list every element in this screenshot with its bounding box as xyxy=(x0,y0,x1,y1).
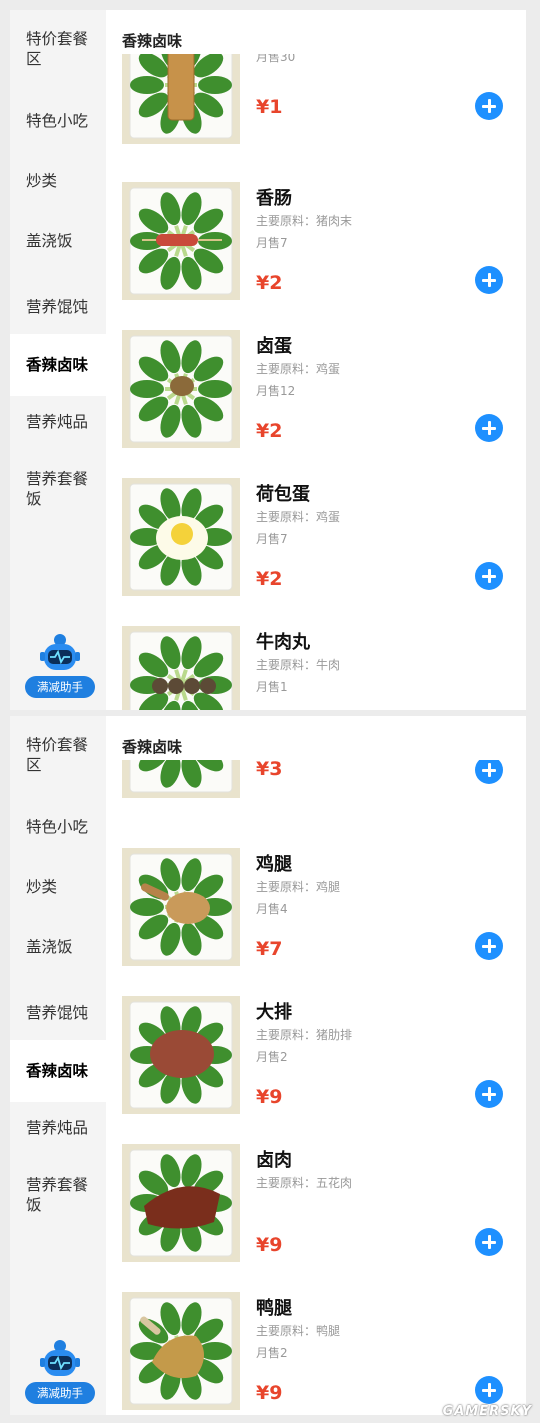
dish-item: 牛肉丸主要原料：牛肉 月售1 xyxy=(106,626,526,710)
dish-photo[interactable] xyxy=(122,996,240,1114)
dish-name: 香肠 xyxy=(256,188,292,209)
discount-helper-label: 满减助手 xyxy=(25,1382,95,1404)
robot-assistant-icon xyxy=(37,1336,83,1382)
sidebar-item-category[interactable]: 营养炖品 xyxy=(10,1102,106,1154)
discount-helper-label: 满减助手 xyxy=(25,676,95,698)
dish-ingredient: 主要原料：猪肉末 xyxy=(256,214,353,228)
category-sidebar: 特价套餐区特色小吃炒类盖浇饭营养馄饨 香辣卤味 营养炖品营养套餐饭满减助手 xyxy=(10,716,106,1415)
dish-price: ¥2 xyxy=(256,568,283,590)
dish-price: ¥9 xyxy=(256,1382,283,1404)
dish-name: 大排 xyxy=(256,1002,292,1023)
dish-price: ¥7 xyxy=(256,938,283,960)
dish-price: ¥9 xyxy=(256,1086,283,1108)
sidebar-item-category[interactable]: 炒类 xyxy=(10,866,106,908)
dish-photo[interactable] xyxy=(122,626,240,710)
sidebar-item-category[interactable]: 特价套餐区 xyxy=(10,724,106,786)
plus-circle-icon[interactable] xyxy=(475,266,503,294)
dish-ingredient: 主要原料：鸡蛋 xyxy=(256,362,341,376)
sidebar-item-category[interactable]: 香辣卤味 xyxy=(10,1040,106,1102)
watermark-text: GAMERSKY xyxy=(442,1404,532,1419)
dish-name: 卤肉 xyxy=(256,1150,292,1171)
dish-name: 荷包蛋 xyxy=(256,484,310,505)
sidebar-item-category[interactable]: 盖浇饭 xyxy=(10,926,106,968)
sidebar-item-category[interactable]: 营养馄饨 xyxy=(10,280,106,334)
dish-photo[interactable] xyxy=(122,760,240,798)
dish-ingredient: 主要原料：鸡蛋 xyxy=(256,510,341,524)
dish-photo[interactable] xyxy=(122,1292,240,1410)
sidebar-item-category[interactable]: 特色小吃 xyxy=(10,100,106,142)
plus-circle-icon[interactable] xyxy=(475,1080,503,1108)
plus-circle-icon[interactable] xyxy=(475,92,503,120)
dish-monthly-sales: 月售1 xyxy=(256,680,288,694)
sidebar-item-category[interactable]: 营养炖品 xyxy=(10,396,106,448)
sidebar-item-category[interactable]: 特价套餐区 xyxy=(10,18,106,80)
section-title: 香辣卤味 xyxy=(122,32,183,50)
sidebar-item-category[interactable]: 营养套餐饭 xyxy=(10,458,106,520)
discount-helper-button[interactable]: 满减助手 xyxy=(25,1336,95,1408)
dish-photo[interactable] xyxy=(122,54,240,144)
sidebar-item-category[interactable]: 盖浇饭 xyxy=(10,220,106,262)
dish-price: ¥1 xyxy=(256,96,283,118)
dish-item: 鸡腿主要原料：鸡腿 月售4 ¥7 xyxy=(106,848,526,978)
dish-item: 大排主要原料：猪肋排 月售2 ¥9 xyxy=(106,996,526,1126)
dish-monthly-sales: 月售7 xyxy=(256,236,288,250)
dish-name: 鸡腿 xyxy=(256,854,292,875)
dish-ingredient: 主要原料：牛肉 xyxy=(256,658,341,672)
sidebar-item-category[interactable]: 营养套餐饭 xyxy=(10,1164,106,1226)
dish-photo[interactable] xyxy=(122,330,240,448)
dish-monthly-sales: 月售4 xyxy=(256,902,288,916)
dish-monthly-sales: 月售2 xyxy=(256,1050,288,1064)
robot-assistant-icon xyxy=(37,630,83,676)
dish-ingredient: 主要原料：猪肋排 xyxy=(256,1028,353,1042)
menu-screen-bottom: 特价套餐区 特色小吃 炒类 盖浇饭 营养馄饨 香辣卤味 营养炖品 营养套餐饭 满减助手 香辣卤味… xyxy=(10,716,526,1415)
dish-list[interactable]: 主要原料：黄豆月售30¥1香肠主要原料：猪肉末月售7¥2卤蛋主要原料：鸡蛋月售1… xyxy=(106,54,526,710)
dish-monthly-sales: 月售7 xyxy=(256,532,288,546)
dish-item: 香肠主要原料：猪肉末 月售7 ¥2 xyxy=(106,182,526,312)
dish-photo[interactable] xyxy=(122,1144,240,1262)
dish-price: ¥2 xyxy=(256,420,283,442)
plus-circle-icon[interactable] xyxy=(475,760,503,784)
dish-monthly-sales: 月售12 xyxy=(256,384,296,398)
dish-item: 卤蛋主要原料：鸡蛋 月售12 ¥2 xyxy=(106,330,526,460)
plus-circle-icon[interactable] xyxy=(475,1228,503,1256)
dish-item: 荷包蛋主要原料：鸡蛋 月售7 ¥2 xyxy=(106,478,526,608)
plus-circle-icon[interactable] xyxy=(475,562,503,590)
dish-name: 鸭腿 xyxy=(256,1298,292,1319)
plus-circle-icon[interactable] xyxy=(475,414,503,442)
dish-ingredient: 主要原料：五花肉 xyxy=(256,1176,353,1190)
section-title: 香辣卤味 xyxy=(122,738,183,756)
dish-monthly-sales: 月售2 xyxy=(256,1346,288,1360)
discount-helper-button[interactable]: 满减助手 xyxy=(25,630,95,702)
dish-photo[interactable] xyxy=(122,182,240,300)
dish-price: ¥2 xyxy=(256,272,283,294)
sidebar-item-category[interactable]: 营养馄饨 xyxy=(10,986,106,1040)
dish-item: ¥3 xyxy=(106,760,526,850)
menu-screen-top: 特价套餐区 特色小吃 炒类 盖浇饭 营养馄饨 香辣卤味 营养炖品 营养套餐饭 满减助手 香辣卤味… xyxy=(10,10,526,710)
dish-list[interactable]: ¥3 鸡腿 主要原料：鸡腿 月售4 ¥7 大排 主要原料：猪肋排 月售2 ¥9 卤肉 主要原料：五花… xyxy=(106,760,526,1415)
dish-name: 牛肉丸 xyxy=(256,632,310,653)
sidebar-item-category[interactable]: 特色小吃 xyxy=(10,806,106,848)
dish-price: ¥9 xyxy=(256,1234,283,1256)
dish-name: 卤蛋 xyxy=(256,336,292,357)
dish-ingredient: 主要原料：鸭腿 xyxy=(256,1324,341,1338)
dish-ingredient: 主要原料：鸡腿 xyxy=(256,880,341,894)
plus-circle-icon[interactable] xyxy=(475,932,503,960)
dish-item: 鸭腿主要原料：鸭腿 月售2 ¥9 xyxy=(106,1292,526,1415)
dish-photo[interactable] xyxy=(122,848,240,966)
dish-price: ¥3 xyxy=(256,760,283,780)
category-sidebar: 特价套餐区特色小吃炒类盖浇饭营养馄饨 香辣卤味 营养炖品营养套餐饭满减助手 xyxy=(10,10,106,710)
sidebar-item-category[interactable]: 炒类 xyxy=(10,160,106,202)
dish-item: 主要原料：黄豆月售30¥1 xyxy=(106,54,526,156)
dish-monthly-sales: 月售30 xyxy=(256,54,296,64)
plus-circle-icon[interactable] xyxy=(475,1376,503,1404)
sidebar-item-category[interactable]: 香辣卤味 xyxy=(10,334,106,396)
dish-item: 卤肉主要原料：五花肉 ¥9 xyxy=(106,1144,526,1274)
dish-photo[interactable] xyxy=(122,478,240,596)
